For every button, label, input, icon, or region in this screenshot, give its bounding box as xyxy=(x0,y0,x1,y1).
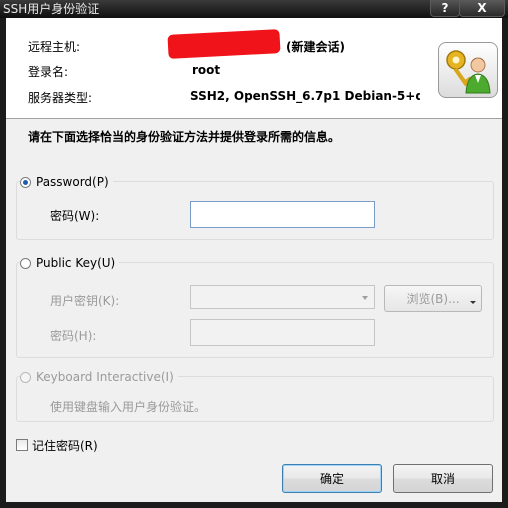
login-name-value: root xyxy=(192,63,221,77)
keyboard-interactive-radio[interactable]: Keyboard Interactive(I) xyxy=(20,370,178,384)
password-input[interactable] xyxy=(190,201,375,228)
help-button[interactable]: ? xyxy=(430,0,460,17)
keyboard-interactive-label: Keyboard Interactive(I) xyxy=(36,370,174,384)
remote-host-label: 远程主机: xyxy=(28,40,81,54)
server-type-value: SSH2, OpenSSH_6.7p1 Debian-5+deb8 xyxy=(190,89,420,103)
user-key-icon xyxy=(438,42,498,98)
header-divider xyxy=(6,118,502,119)
radio-disabled-icon[interactable] xyxy=(20,371,31,383)
server-type-label: 服务器类型: xyxy=(28,91,93,105)
login-name-label: 登录名: xyxy=(28,65,69,79)
browse-button[interactable]: 浏览(B)... xyxy=(384,285,482,312)
remember-password-label: 记住密码(R) xyxy=(32,439,98,453)
redacted-host xyxy=(167,29,281,59)
ok-button[interactable]: 确定 xyxy=(282,464,382,493)
window-title: SSH用户身份验证 xyxy=(3,2,100,16)
instruction-text: 请在下面选择恰当的身份验证方法并提供登录所需的信息。 xyxy=(28,130,341,144)
keyboard-interactive-description: 使用键盘输入用户身份验证。 xyxy=(50,400,207,414)
public-key-radio-label: Public Key(U) xyxy=(36,256,116,270)
remote-host-suffix: (新建会话) xyxy=(286,40,345,54)
close-button[interactable]: X xyxy=(459,0,505,17)
radio-selected-icon[interactable] xyxy=(20,176,31,188)
title-bar[interactable]: SSH用户身份验证 ? X xyxy=(0,0,508,18)
session-info-header: 远程主机: (新建会话) 登录名: root 服务器类型: SSH2, Open… xyxy=(6,18,502,118)
user-key-combo[interactable] xyxy=(190,285,375,309)
radio-unselected-icon[interactable] xyxy=(20,257,31,269)
passphrase-input[interactable] xyxy=(190,319,375,346)
chevron-down-icon xyxy=(362,296,368,300)
dialog-body: 远程主机: (新建会话) 登录名: root 服务器类型: SSH2, Open… xyxy=(6,18,502,502)
password-radio[interactable]: Password(P) xyxy=(20,175,113,189)
dropdown-arrow-icon xyxy=(470,301,476,304)
public-key-radio[interactable]: Public Key(U) xyxy=(20,256,120,270)
password-radio-label: Password(P) xyxy=(36,175,109,189)
passphrase-label: 密码(H): xyxy=(50,329,97,343)
remember-password-checkbox[interactable] xyxy=(16,439,28,451)
cancel-button[interactable]: 取消 xyxy=(393,464,493,493)
password-label: 密码(W): xyxy=(50,209,100,223)
user-key-label: 用户密钥(K): xyxy=(50,294,120,308)
